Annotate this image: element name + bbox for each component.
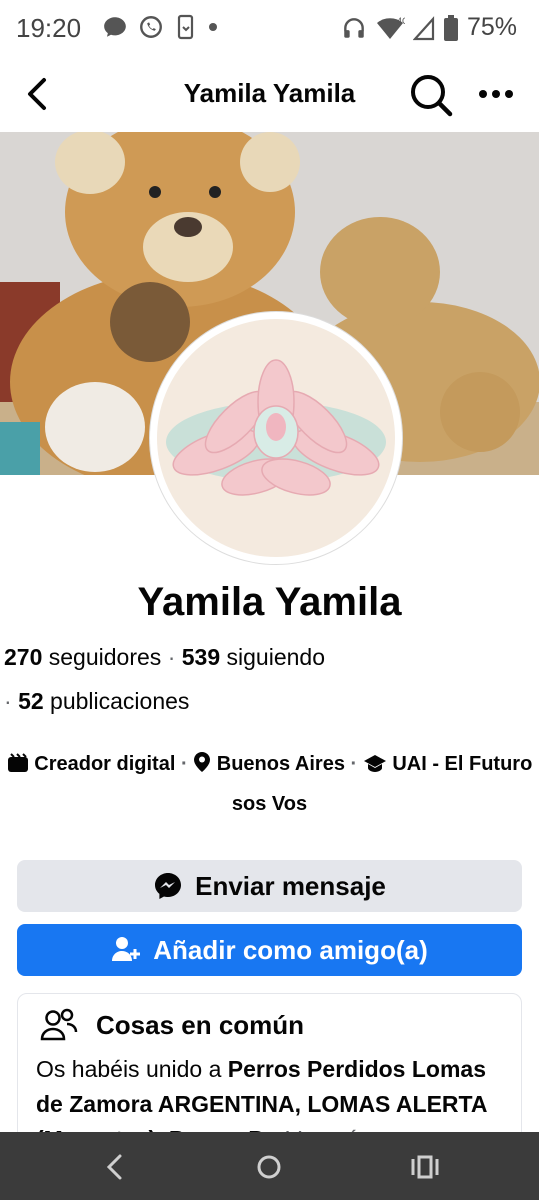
status-bar: 19:20 4G 75%: [0, 0, 539, 58]
common-things-header: Cosas en común: [40, 1008, 304, 1042]
following-count[interactable]: 539: [182, 644, 220, 670]
separator-dot: ·: [167, 644, 176, 670]
wifi-icon: 4G: [376, 16, 405, 39]
nav-back-icon[interactable]: [98, 1150, 132, 1184]
add-friend-icon: [112, 937, 141, 961]
whatsapp-icon: [140, 16, 162, 38]
battery-icon: [443, 14, 458, 41]
separator-dot: ·: [350, 753, 358, 775]
category-text: Creador digital: [34, 753, 176, 775]
add-friend-button[interactable]: Añadir como amigo(a): [17, 924, 522, 976]
lotus-flower-image: [151, 313, 401, 563]
clapperboard-icon: [7, 753, 28, 772]
status-right: 4G 75%: [341, 13, 517, 42]
chat-bubble-icon: [104, 17, 126, 37]
followers-label[interactable]: seguidores: [49, 644, 162, 670]
system-nav-bar: [0, 1132, 539, 1200]
signal-icon: [412, 15, 435, 40]
nav-recents-icon[interactable]: [408, 1150, 442, 1184]
separator-dot: ·: [180, 753, 188, 775]
followers-count[interactable]: 270: [4, 644, 42, 670]
graduation-cap-icon: [363, 755, 386, 772]
posts-stats: · 52 publicaciones: [4, 688, 189, 715]
search-icon[interactable]: [408, 72, 454, 118]
posts-count: 52: [18, 688, 44, 714]
add-friend-label: Añadir como amigo(a): [153, 934, 428, 965]
send-message-button[interactable]: Enviar mensaje: [17, 860, 522, 912]
common-prefix: Os habéis unido a: [36, 1056, 222, 1082]
more-options-icon[interactable]: [474, 76, 518, 112]
headphones-icon: [344, 17, 364, 38]
dot-icon: [209, 23, 217, 31]
messenger-icon: [155, 873, 182, 899]
phone-sync-icon: [177, 14, 194, 40]
profile-name: Yamila Yamila: [137, 580, 402, 624]
status-time: 19:20: [16, 13, 82, 43]
posts-label: publicaciones: [50, 688, 190, 714]
follow-stats: 270 seguidores · 539 siguiendo: [4, 644, 325, 671]
location-pin-icon: [194, 752, 211, 772]
profile-info: Creador digital · Buenos Aires · UAI - E…: [0, 744, 539, 824]
following-label[interactable]: siguiendo: [227, 644, 325, 670]
location-text: Buenos Aires: [216, 753, 345, 775]
profile-avatar[interactable]: [150, 312, 402, 564]
nav-home-icon[interactable]: [252, 1150, 286, 1184]
network-label: 4G: [397, 16, 405, 26]
notification-icons: [102, 14, 218, 40]
top-bar: Yamila Yamila: [0, 58, 539, 132]
page-title: Yamila Yamila: [183, 78, 356, 108]
people-icon: [40, 1008, 78, 1041]
common-things-title: Cosas en común: [96, 1009, 305, 1040]
battery-percent: 75%: [466, 13, 517, 41]
separator-dot: ·: [4, 688, 12, 714]
send-message-label: Enviar mensaje: [195, 870, 386, 901]
